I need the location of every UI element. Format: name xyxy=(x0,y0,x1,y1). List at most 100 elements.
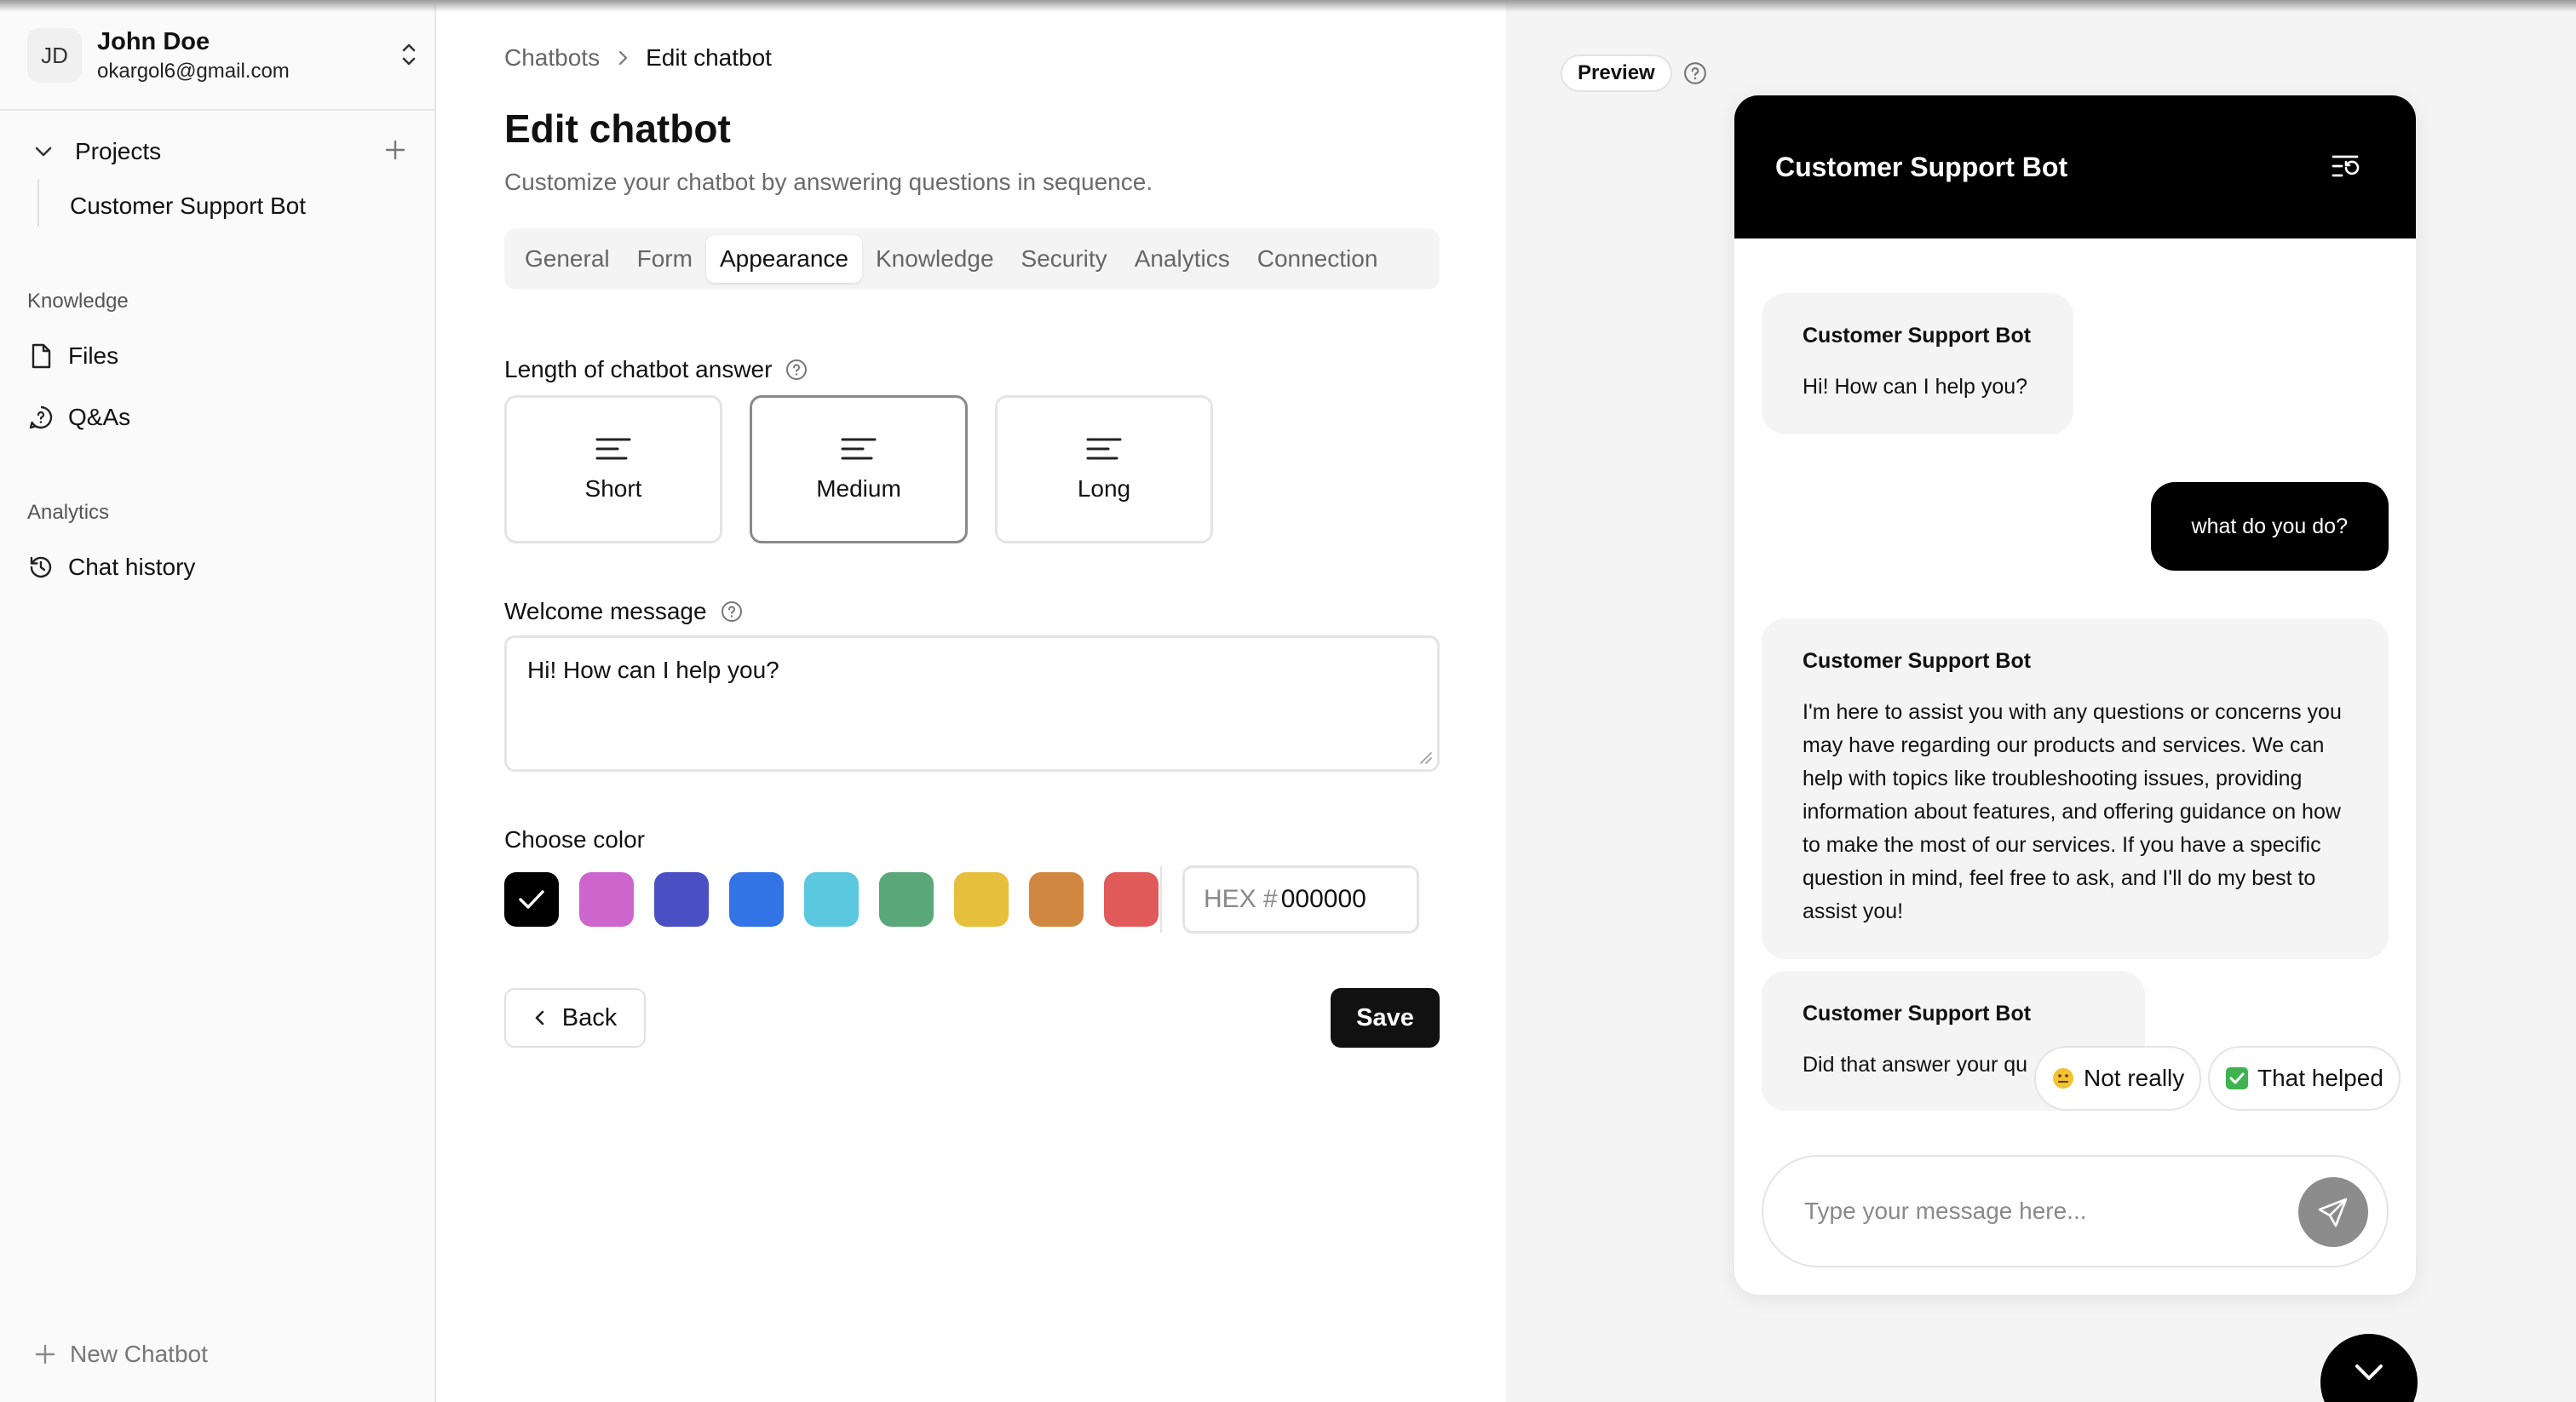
help-circle-icon[interactable] xyxy=(785,359,808,381)
bot-name: Customer Support Bot xyxy=(1803,649,2032,673)
color-swatch-green[interactable] xyxy=(879,872,934,927)
new-chatbot-label: New Chatbot xyxy=(70,1341,208,1367)
send-button[interactable] xyxy=(2298,1177,2368,1247)
tab-form[interactable]: Form xyxy=(624,235,706,283)
save-button[interactable]: Save xyxy=(1331,988,1440,1048)
files-label: Files xyxy=(68,342,119,369)
help-circle-icon[interactable] xyxy=(1683,61,1707,85)
page-subtitle: Customize your chatbot by answering ques… xyxy=(504,169,1153,195)
breadcrumb-chatbots[interactable]: Chatbots xyxy=(504,44,600,72)
main-panel: Chatbots Edit chatbot Edit chatbot Custo… xyxy=(438,0,1506,1402)
projects-toggle[interactable]: Projects xyxy=(32,136,407,167)
bot-name: Customer Support Bot xyxy=(1803,1002,2032,1026)
length-option-medium[interactable]: Medium xyxy=(750,395,968,543)
sidebar-item-qas[interactable]: Q&As xyxy=(27,400,130,434)
chevron-right-icon xyxy=(615,49,630,67)
qas-label: Q&As xyxy=(68,404,131,430)
help-circle-icon[interactable] xyxy=(721,600,743,623)
tab-list: General Form Appearance Knowledge Securi… xyxy=(504,228,1440,290)
chevron-left-icon xyxy=(533,1008,547,1028)
feedback-that-helped-button[interactable]: That helped xyxy=(2208,1046,2401,1111)
chat-header: Customer Support Bot xyxy=(1734,95,2416,238)
tab-appearance[interactable]: Appearance xyxy=(705,235,862,283)
color-swatch-black[interactable] xyxy=(504,872,559,927)
feedback-yes-label: That helped xyxy=(2257,1065,2383,1091)
file-icon xyxy=(27,342,55,370)
color-label: Choose color xyxy=(504,826,645,853)
hex-value: 000000 xyxy=(1280,885,1366,913)
chat-input-placeholder: Type your message here... xyxy=(1804,1198,2087,1224)
project-tree-line xyxy=(37,179,39,227)
user-switcher[interactable]: JD John Doe okargol6@gmail.com xyxy=(27,26,419,85)
align-left-icon xyxy=(840,436,877,462)
bot-message: Customer Support Bot Hi! How can I help … xyxy=(1762,293,2073,434)
chevron-down-icon xyxy=(2350,1359,2388,1385)
resize-handle-icon[interactable] xyxy=(1417,750,1433,765)
history-list-icon[interactable] xyxy=(2331,153,2361,179)
length-option-label: Long xyxy=(1077,475,1131,502)
user-name: John Doe xyxy=(97,27,210,55)
top-shadow xyxy=(0,0,2576,12)
color-swatch-blue[interactable] xyxy=(729,872,784,927)
knowledge-section-label: Knowledge xyxy=(27,290,129,313)
sidebar-item-files[interactable]: Files xyxy=(27,339,118,373)
avatar: JD xyxy=(27,28,82,83)
back-button[interactable]: Back xyxy=(504,988,646,1048)
chevron-down-icon xyxy=(32,141,55,163)
new-chatbot-button[interactable]: New Chatbot xyxy=(34,1341,208,1368)
history-icon xyxy=(27,554,55,581)
preview-badge: Preview xyxy=(1561,55,1672,92)
preview-panel: Preview Customer Support Bot Customer Su… xyxy=(1506,0,2576,1402)
user-message: what do you do? xyxy=(2150,482,2389,571)
length-option-label: Short xyxy=(584,475,642,502)
bot-message-text: I'm here to assist you with any question… xyxy=(1803,700,2342,923)
bot-name: Customer Support Bot xyxy=(1803,324,2032,348)
color-swatch-indigo[interactable] xyxy=(654,872,709,927)
welcome-label-text: Welcome message xyxy=(504,598,707,624)
length-option-long[interactable]: Long xyxy=(995,395,1213,543)
check-mark-button-icon xyxy=(2225,1066,2249,1090)
chat-title: Customer Support Bot xyxy=(1775,151,2068,182)
app-root: JD John Doe okargol6@gmail.com Projects … xyxy=(0,0,2576,1402)
color-swatches: HEX # 000000 xyxy=(504,865,1419,934)
color-swatch-red[interactable] xyxy=(1104,872,1159,927)
color-swatch-yellow[interactable] xyxy=(954,872,1009,927)
breadcrumb-current: Edit chatbot xyxy=(646,44,772,71)
length-option-short[interactable]: Short xyxy=(504,395,722,543)
scroll-down-button[interactable] xyxy=(2320,1334,2418,1402)
back-label: Back xyxy=(561,1003,618,1031)
tab-knowledge[interactable]: Knowledge xyxy=(862,235,1008,283)
align-left-icon xyxy=(595,436,632,462)
chevrons-up-down-icon xyxy=(399,41,419,68)
tab-analytics[interactable]: Analytics xyxy=(1121,235,1244,283)
bot-message: Customer Support Bot I'm here to assist … xyxy=(1762,618,2389,959)
sidebar-item-customer-support-bot[interactable]: Customer Support Bot xyxy=(70,192,306,220)
plus-icon xyxy=(34,1343,56,1365)
tab-general[interactable]: General xyxy=(511,235,624,283)
chat-message-input[interactable]: Type your message here... xyxy=(1762,1155,2389,1267)
welcome-label: Welcome message xyxy=(504,598,743,625)
projects-label: Projects xyxy=(75,138,162,164)
sidebar-item-chat-history[interactable]: Chat history xyxy=(27,550,195,584)
hex-prefix: HEX # xyxy=(1204,885,1278,913)
check-icon xyxy=(517,888,546,911)
color-swatch-cyan[interactable] xyxy=(804,872,859,927)
tab-connection[interactable]: Connection xyxy=(1244,235,1392,283)
analytics-section-label: Analytics xyxy=(27,501,110,524)
welcome-message-input[interactable]: Hi! How can I help you? xyxy=(504,635,1440,772)
user-email: okargol6@gmail.com xyxy=(97,59,290,83)
message-question-icon xyxy=(27,404,55,431)
hex-color-input[interactable]: HEX # 000000 xyxy=(1182,865,1419,934)
tab-security[interactable]: Security xyxy=(1008,235,1121,283)
swatch-divider xyxy=(1160,866,1162,933)
length-label-text: Length of chatbot answer xyxy=(504,356,773,382)
color-swatch-orange[interactable] xyxy=(1029,872,1084,927)
bot-message-text: Hi! How can I help you? xyxy=(1803,375,2028,399)
feedback-not-really-button[interactable]: Not really xyxy=(2034,1046,2202,1111)
chat-widget: Customer Support Bot Customer Support Bo… xyxy=(1734,95,2416,1295)
neutral-face-icon xyxy=(2051,1066,2075,1090)
user-info: John Doe okargol6@gmail.com xyxy=(97,28,290,83)
color-swatch-pink[interactable] xyxy=(579,872,634,927)
send-icon xyxy=(2316,1195,2350,1229)
add-project-icon[interactable] xyxy=(383,138,407,162)
